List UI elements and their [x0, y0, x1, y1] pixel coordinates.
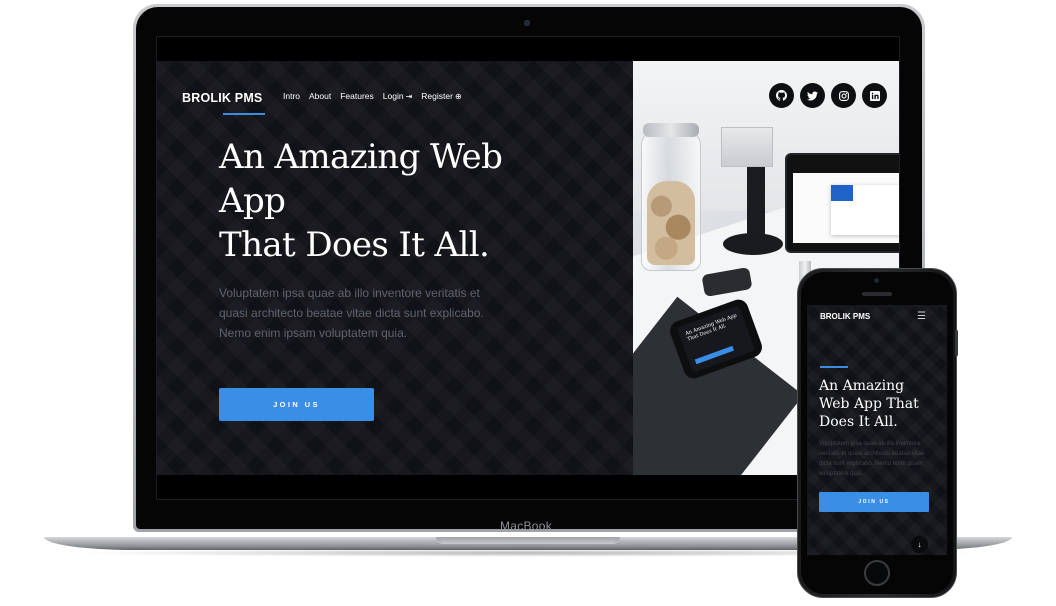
hamburger-menu-icon[interactable]: ☰: [917, 311, 926, 322]
hero-title-line: App: [219, 181, 286, 221]
mobile-brand-logo[interactable]: BROLIK PMS: [820, 312, 870, 321]
phone-on-desk-title: An Amazing Web App That Does It All.: [684, 312, 738, 343]
mobile-hero-title-line: An Amazing: [819, 378, 905, 394]
iphone-speaker: [862, 292, 892, 296]
website-preview: BROLIK PMS Intro About Features Login ⇥ R…: [157, 61, 899, 475]
iphone-home-button[interactable]: [864, 560, 890, 586]
nav-item-features[interactable]: Features: [340, 91, 374, 101]
hero-text-line: quasi architecto beatae vitae dicta sunt…: [219, 306, 484, 320]
nav-item-login[interactable]: Login ⇥: [383, 91, 413, 101]
github-icon[interactable]: [769, 83, 794, 108]
join-us-button[interactable]: JOIN US: [219, 388, 374, 421]
phone-on-desk-button: [694, 345, 735, 365]
mobile-hero-text-line: dicta sunt explicabo. Nemo enim ipsam: [819, 461, 924, 467]
speaker-stand-image: [747, 167, 765, 237]
nav-item-register[interactable]: Register ⊕: [421, 91, 461, 101]
linkedin-icon[interactable]: [862, 83, 887, 108]
sign-in-icon: ⇥: [405, 92, 413, 101]
twitter-icon[interactable]: [800, 83, 825, 108]
device-mockup-stage: BROLIK PMS Intro About Features Login ⇥ R…: [0, 0, 1056, 606]
mobile-hero-text-line: voluptatem quia.: [819, 471, 864, 477]
hero-title: An Amazing Web App That Does It All.: [219, 135, 559, 267]
mobile-hero-title-line: Web App That: [819, 396, 919, 412]
main-nav: Intro About Features Login ⇥ Register ⊕: [283, 91, 462, 101]
speaker-image: [721, 127, 773, 167]
jar-lid-image: [643, 123, 699, 137]
brand-logo[interactable]: BROLIK PMS: [182, 91, 262, 105]
monitor-app-card: [831, 185, 899, 235]
monitor-image: [785, 153, 899, 253]
nav-item-about[interactable]: About: [309, 91, 331, 101]
iphone-side-button: [955, 330, 958, 356]
mobile-join-us-button[interactable]: JOIN US: [819, 492, 929, 512]
mobile-hero-description: Voluptatem ipsa quae ab illo inventore v…: [819, 439, 939, 479]
hero-title-line: That Does It All.: [219, 225, 490, 265]
instagram-icon[interactable]: [831, 83, 856, 108]
macbook-base-notch: [436, 537, 620, 544]
mobile-hero-title: An Amazing Web App That Does It All.: [819, 377, 919, 431]
hero-description: Voluptatem ipsa quae ab illo inventore v…: [219, 283, 519, 343]
hero-text-line: Nemo enim ipsam voluptatem quia.: [219, 326, 408, 340]
macbook-screen: BROLIK PMS Intro About Features Login ⇥ R…: [156, 36, 900, 500]
mobile-hero-text-line: Voluptatem ipsa quae ab illo inventore: [819, 441, 921, 447]
hero-title-line: An Amazing Web: [219, 137, 503, 177]
hero-text-line: Voluptatem ipsa quae ab illo inventore v…: [219, 286, 480, 300]
macbook-camera: [524, 20, 530, 26]
mobile-nav: BROLIK PMS ☰: [807, 305, 947, 333]
cookies-image: [647, 181, 695, 265]
hero-section: BROLIK PMS Intro About Features Login ⇥ R…: [157, 61, 633, 475]
mobile-hero-title-line: Does It All.: [819, 414, 898, 430]
mobile-brand-underline: [820, 366, 848, 368]
iphone-screen: BROLIK PMS ☰ An Amazing Web App That Doe…: [807, 305, 947, 555]
mobile-hero-text-line: veritatis et quasi architecto beatae vit…: [819, 451, 925, 457]
iphone-camera: [874, 278, 879, 283]
nav-item-intro[interactable]: Intro: [283, 91, 300, 101]
social-links: [769, 83, 887, 108]
brand-underline: [223, 113, 265, 115]
macbook-label: MacBook: [499, 519, 553, 533]
plus-circle-icon: ⊕: [454, 92, 462, 101]
speaker-base-image: [723, 233, 783, 255]
scroll-down-icon[interactable]: ↓: [911, 536, 928, 553]
monitor-display: [793, 173, 899, 243]
